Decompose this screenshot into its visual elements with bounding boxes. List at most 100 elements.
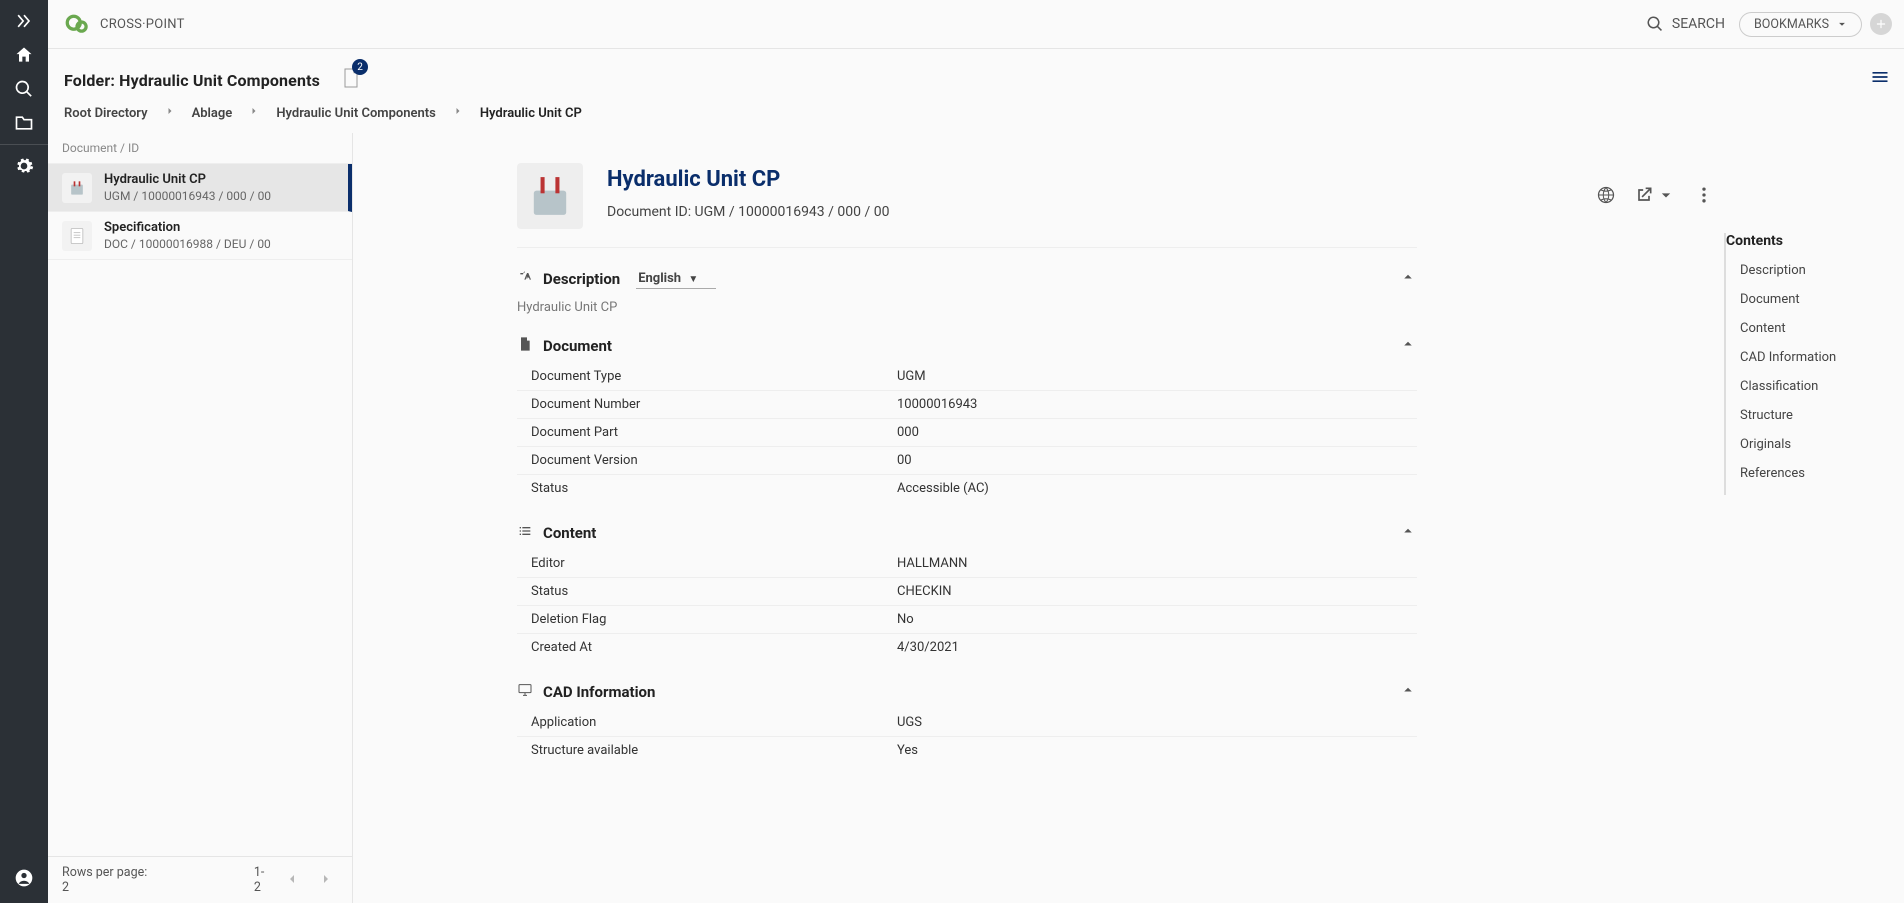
folder-rail-button[interactable] [0, 106, 48, 140]
folder-menu-button[interactable] [1870, 67, 1890, 91]
kv-row: Deletion FlagNo [517, 606, 1417, 634]
kv-key: Editor [531, 556, 897, 571]
gear-icon [14, 156, 34, 176]
pager: 1-2 [254, 865, 338, 895]
pager-next-button[interactable] [314, 867, 338, 894]
section-cad-header[interactable]: CAD Information [517, 681, 1417, 709]
kv-value: Yes [897, 743, 918, 758]
collapse-toggle[interactable] [1399, 681, 1417, 703]
folder-header: Folder: Hydraulic Unit Components 2 [48, 49, 1904, 101]
folder-title: Folder: Hydraulic Unit Components [64, 71, 320, 90]
folder-document-count-button[interactable]: 2 [342, 67, 360, 93]
folder-title-prefix: Folder: [64, 71, 119, 90]
kv-key: Created At [531, 640, 897, 655]
section-description-label: Description [543, 270, 620, 288]
language-selected: English [638, 271, 681, 286]
section-document-body: Document TypeUGM Document Number10000016… [517, 363, 1417, 502]
nav-rail [0, 0, 48, 903]
toc-link[interactable]: Content [1740, 321, 1874, 336]
collapse-toggle[interactable] [1399, 522, 1417, 544]
document-list-item[interactable]: Hydraulic Unit CP UGM / 10000016943 / 00… [48, 164, 352, 212]
section-description-header[interactable]: Description English ▼ [517, 268, 1417, 296]
description-text: Hydraulic Unit CP [517, 300, 1417, 315]
breadcrumb-link[interactable]: Hydraulic Unit Components [276, 106, 436, 121]
monitor-icon [517, 682, 533, 702]
toc-title: Contents [1726, 233, 1874, 249]
model-icon [523, 169, 577, 223]
kv-row: Structure availableYes [517, 737, 1417, 764]
chevron-right-icon [248, 105, 260, 121]
toc-link[interactable]: Originals [1740, 437, 1874, 452]
more-actions-button[interactable] [1694, 185, 1714, 205]
collapse-toggle[interactable] [1399, 268, 1417, 290]
kv-key: Application [531, 715, 897, 730]
pager-range: 1-2 [254, 865, 270, 895]
folder-icon [14, 113, 34, 133]
toc-link[interactable]: CAD Information [1740, 350, 1874, 365]
collapse-toggle[interactable] [1399, 335, 1417, 357]
section-content-label: Content [543, 524, 596, 542]
app-bar: CROSS·POINT SEARCH BOOKMARKS [48, 0, 1904, 49]
translate-icon [517, 269, 533, 289]
kv-row: StatusCHECKIN [517, 578, 1417, 606]
search-icon [14, 79, 34, 99]
kv-value: UGM [897, 369, 926, 384]
search-icon [1646, 15, 1664, 33]
expand-rail-button[interactable] [0, 4, 48, 38]
breadcrumb-link[interactable]: Root Directory [64, 106, 148, 121]
toc-link[interactable]: Document [1740, 292, 1874, 307]
kv-key: Document Version [531, 453, 897, 468]
more-vertical-icon [1694, 185, 1714, 205]
chevron-right-icon [318, 871, 334, 887]
chevron-up-icon [1399, 522, 1417, 540]
folder-title-name: Hydraulic Unit Components [119, 71, 320, 90]
section-document-header[interactable]: Document [517, 335, 1417, 363]
language-select[interactable]: English ▼ [636, 269, 716, 289]
kv-row: EditorHALLMANN [517, 550, 1417, 578]
chevron-double-right-icon [14, 11, 34, 31]
doc-icon [67, 226, 87, 246]
chevron-right-icon [164, 105, 176, 121]
section-content-header[interactable]: Content [517, 522, 1417, 550]
document-list-item[interactable]: Specification DOC / 10000016988 / DEU / … [48, 212, 352, 260]
detail-panel: Hydraulic Unit CP Document ID: UGM / 100… [353, 133, 1904, 903]
kv-row: Created At4/30/2021 [517, 634, 1417, 661]
breadcrumb-link[interactable]: Ablage [192, 106, 233, 121]
appbar-search-button[interactable]: SEARCH [1646, 15, 1725, 33]
kv-key: Document Number [531, 397, 897, 412]
toc-link[interactable]: Classification [1740, 379, 1874, 394]
bookmarks-dropdown[interactable]: BOOKMARKS [1739, 12, 1862, 37]
search-rail-button[interactable] [0, 72, 48, 106]
toc-link[interactable]: References [1740, 466, 1874, 481]
kv-value: Accessible (AC) [897, 481, 989, 496]
kv-row: Document Version00 [517, 447, 1417, 475]
kv-value: 10000016943 [897, 397, 977, 412]
section-document: Document Document TypeUGM Document Numbe… [517, 335, 1417, 502]
table-of-contents: Contents Description Document Content CA… [1724, 233, 1874, 495]
kv-key: Status [531, 584, 897, 599]
search-label: SEARCH [1672, 16, 1725, 32]
detail-actions [1596, 185, 1714, 205]
chevron-down-icon [1835, 17, 1849, 31]
globe-action-button[interactable] [1596, 185, 1616, 205]
brand: CROSS·POINT [64, 11, 185, 37]
document-item-title: Specification [104, 220, 271, 235]
detail-thumbnail [517, 163, 583, 229]
toc-link[interactable]: Description [1740, 263, 1874, 278]
bookmarks-label: BOOKMARKS [1754, 17, 1829, 32]
add-button[interactable] [1870, 13, 1892, 35]
open-external-button[interactable] [1634, 185, 1676, 205]
home-button[interactable] [0, 38, 48, 72]
file-icon [517, 336, 533, 356]
toc-link[interactable]: Structure [1740, 408, 1874, 423]
kv-key: Deletion Flag [531, 612, 897, 627]
kv-value: 000 [897, 425, 919, 440]
chevron-up-icon [1399, 268, 1417, 286]
open-external-icon [1634, 185, 1654, 205]
kv-key: Status [531, 481, 897, 496]
detail-document-id: Document ID: UGM / 10000016943 / 000 / 0… [607, 204, 889, 220]
settings-rail-button[interactable] [0, 149, 48, 183]
pager-prev-button[interactable] [280, 867, 304, 894]
menu-icon [1870, 67, 1890, 87]
account-rail-button[interactable] [0, 861, 48, 895]
